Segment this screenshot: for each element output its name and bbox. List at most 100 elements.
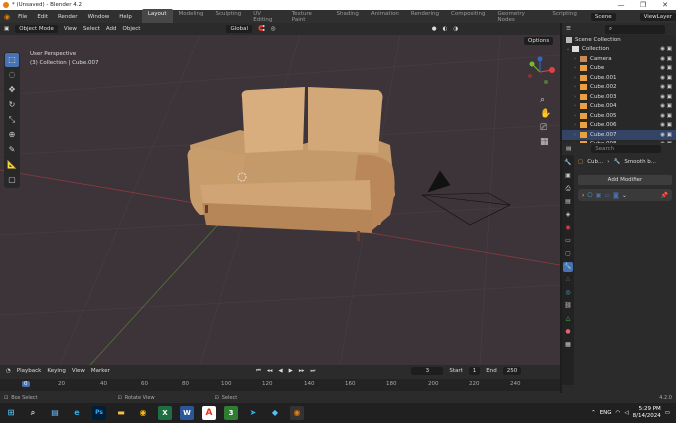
rotate-tool-icon[interactable]: ↻: [5, 98, 19, 112]
render-tab-icon[interactable]: ▣: [563, 171, 573, 181]
photoshop-icon[interactable]: Ps: [92, 406, 106, 420]
blender-menu-icon[interactable]: ◉: [0, 13, 10, 21]
menu-view-timeline[interactable]: View: [72, 368, 85, 374]
outliner-search-input[interactable]: ⌕: [604, 24, 665, 34]
outliner-row[interactable]: ⌄ Collection ◉ ▣: [562, 45, 676, 55]
menu-window[interactable]: Window: [84, 14, 114, 20]
visibility-eye-icon[interactable]: ◉ ▣: [660, 132, 672, 138]
end-frame-field[interactable]: 250: [502, 367, 522, 375]
timeline-ruler[interactable]: 0 20 40 60 80 100 120 140 160 180 200 22…: [0, 379, 560, 391]
volume-icon[interactable]: ◁: [624, 410, 628, 416]
visibility-eye-icon[interactable]: ◉ ▣: [660, 103, 672, 109]
edge-browser-icon[interactable]: e: [70, 406, 84, 420]
timeline-editor-icon[interactable]: ◔: [6, 368, 11, 374]
transform-tool-icon[interactable]: ⊕: [5, 128, 19, 142]
material-tab-icon[interactable]: ●: [563, 327, 573, 337]
wifi-icon[interactable]: ◠: [616, 410, 621, 416]
data-tab-icon[interactable]: △: [563, 314, 573, 324]
tool-tab-icon[interactable]: 🔧: [563, 158, 573, 168]
outliner-row[interactable]: › Cube.007 ◉ ▣: [562, 130, 676, 140]
current-frame-field[interactable]: 3: [411, 367, 444, 375]
outliner-row[interactable]: › Camera ◉ ▣: [562, 54, 676, 64]
scene-tab-icon[interactable]: ◈: [563, 210, 573, 220]
start-frame-field[interactable]: 1: [468, 367, 481, 375]
world-tab-icon[interactable]: ◉: [563, 223, 573, 233]
modifier-stack-item[interactable]: › ⎔ ▣ ▭ ◙ ⌄ 📌: [578, 189, 672, 201]
transform-orientation-dropdown[interactable]: Global: [226, 25, 253, 33]
file-manager-icon[interactable]: ▤: [48, 406, 62, 420]
add-modifier-button[interactable]: Add Modifier: [578, 175, 672, 185]
shading-material-icon[interactable]: ◐: [443, 26, 448, 32]
add-cube-tool-icon[interactable]: ▢: [5, 173, 19, 187]
app-3-icon[interactable]: 3: [224, 406, 238, 420]
options-dropdown[interactable]: Options: [524, 37, 554, 45]
constraints-tab-icon[interactable]: ⛓: [563, 301, 573, 311]
outliner-row[interactable]: › Cube.004 ◉ ▣: [562, 102, 676, 112]
object-tab-icon[interactable]: ▢: [563, 249, 573, 259]
cursor-tool-icon[interactable]: ◌: [5, 68, 19, 82]
modifier-tab-icon[interactable]: 🔧: [563, 262, 573, 272]
menu-file[interactable]: File: [14, 14, 31, 20]
notification-icon[interactable]: ▭: [665, 410, 670, 416]
visibility-eye-icon[interactable]: ◉ ▣: [660, 65, 672, 71]
properties-search-input[interactable]: Search: [591, 145, 662, 153]
shading-rendered-icon[interactable]: ◑: [453, 26, 458, 32]
prev-key-icon[interactable]: ◂◂: [267, 368, 273, 374]
pin-icon[interactable]: 📌: [661, 192, 668, 199]
tray-language[interactable]: ENG: [600, 410, 612, 416]
annotate-tool-icon[interactable]: ✎: [5, 143, 19, 157]
render-toggle-icon[interactable]: ◙: [613, 192, 619, 199]
chrome-icon[interactable]: ◉: [136, 406, 150, 420]
particles-tab-icon[interactable]: ∴: [563, 275, 573, 285]
ortho-toggle-icon[interactable]: ▦: [540, 137, 549, 147]
editor-type-icon[interactable]: ▣: [4, 26, 9, 32]
visibility-eye-icon[interactable]: ◉ ▣: [660, 94, 672, 100]
zoom-icon[interactable]: ⌕: [540, 95, 545, 105]
outliner-row[interactable]: › Cube.001 ◉ ▣: [562, 73, 676, 83]
maximize-button[interactable]: ❐: [632, 0, 654, 10]
pan-hand-icon[interactable]: ✋: [540, 109, 551, 119]
word-icon[interactable]: W: [180, 406, 194, 420]
measure-tool-icon[interactable]: 📐: [5, 158, 19, 172]
visibility-eye-icon[interactable]: ◉ ▣: [660, 122, 672, 128]
menu-select[interactable]: Select: [83, 26, 100, 32]
proportional-edit-icon[interactable]: ◎: [271, 26, 276, 32]
acrobat-icon[interactable]: A: [202, 406, 216, 420]
menu-view[interactable]: View: [64, 26, 77, 32]
menu-add[interactable]: Add: [106, 26, 117, 32]
menu-playback[interactable]: Playback: [17, 368, 42, 374]
clock[interactable]: 5:29 PM 8/14/2024: [633, 406, 661, 420]
play-reverse-icon[interactable]: ◀: [278, 368, 282, 374]
close-button[interactable]: ✕: [654, 0, 676, 10]
visibility-eye-icon[interactable]: ◉ ▣: [660, 84, 672, 90]
play-icon[interactable]: ▶: [289, 368, 293, 374]
3d-viewport[interactable]: User Perspective (3) Collection | Cube.0…: [0, 35, 560, 365]
camera-view-icon[interactable]: ⎚: [540, 123, 547, 133]
viewlayer-selector[interactable]: ViewLayer: [639, 12, 676, 21]
visibility-eye-icon[interactable]: ◉ ▣: [660, 56, 672, 62]
visibility-eye-icon[interactable]: ◉ ▣: [660, 46, 672, 52]
output-tab-icon[interactable]: ⎙: [563, 184, 573, 194]
telegram-icon[interactable]: ➤: [246, 406, 260, 420]
outliner-row[interactable]: › Cube ◉ ▣: [562, 64, 676, 74]
visibility-eye-icon[interactable]: ◉ ▣: [660, 75, 672, 81]
menu-edit[interactable]: Edit: [33, 14, 52, 20]
shading-solid-icon[interactable]: ●: [432, 26, 437, 32]
menu-marker[interactable]: Marker: [91, 368, 110, 374]
edit-mode-toggle-icon[interactable]: ▣: [596, 192, 602, 199]
jump-start-icon[interactable]: ⏮: [256, 368, 261, 375]
scene-collection-row[interactable]: Scene Collection: [562, 35, 676, 45]
outliner-row[interactable]: › Cube.002 ◉ ▣: [562, 83, 676, 93]
snap-icon[interactable]: 🧲: [258, 26, 265, 32]
app-bird-icon[interactable]: ◆: [268, 406, 282, 420]
expand-chevron-icon[interactable]: ›: [582, 192, 584, 199]
windows-start-icon[interactable]: ⊞: [4, 406, 18, 420]
modifier-dropdown-icon[interactable]: ⌄: [622, 192, 627, 199]
physics-tab-icon[interactable]: ◎: [563, 288, 573, 298]
navigation-gizmo[interactable]: [524, 56, 556, 88]
menu-object[interactable]: Object: [123, 26, 141, 32]
minimize-button[interactable]: —: [610, 0, 632, 10]
excel-icon[interactable]: X: [158, 406, 172, 420]
outliner-row[interactable]: › Cube.003 ◉ ▣: [562, 92, 676, 102]
properties-editor-icon[interactable]: ▤: [566, 146, 571, 152]
